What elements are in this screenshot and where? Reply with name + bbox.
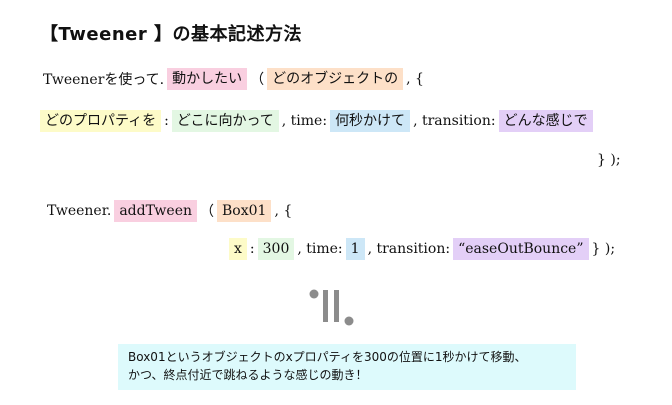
example-line-2: x : 300 , time: 1 , transition: “easeOut… — [229, 238, 618, 260]
syntax-token-motion: 動かしたい — [167, 68, 248, 90]
example-transition-label: , transition: — [367, 241, 451, 257]
example-token-value: 300 — [257, 238, 295, 260]
syntax-paren: （ — [250, 72, 265, 88]
example-token-seconds: 1 — [345, 238, 365, 260]
syntax-text: Tweenerを使って. — [43, 72, 165, 88]
example-token-prop: x — [229, 238, 247, 260]
summary-box: Box01というオブジェクトのxプロパティを300の位置に1秒かけて移動、 かつ… — [118, 344, 576, 390]
syntax-token-object: どのオブジェクトの — [267, 68, 404, 90]
down-arrow-icon — [309, 289, 354, 326]
syntax-close: } ); — [597, 152, 621, 168]
syntax-line-3: } ); — [594, 152, 624, 168]
syntax-token-target: どこに向かって — [171, 110, 279, 132]
syntax-brace: , { — [406, 71, 424, 87]
example-time-label: , time: — [297, 241, 343, 257]
example-close: } ); — [591, 241, 616, 257]
example-line-1: Tweener. addTween （ Box01 , { — [44, 200, 295, 222]
example-token-object: Box01 — [217, 200, 272, 222]
example-text: Tweener. — [47, 203, 112, 219]
syntax-token-seconds: 何秒かけて — [330, 110, 411, 132]
syntax-time-label: , time: — [281, 113, 328, 129]
syntax-transition-label: , transition: — [413, 113, 496, 129]
example-colon: : — [249, 241, 255, 257]
example-token-transition: “easeOutBounce” — [453, 238, 589, 260]
page-title: 【Tweener 】の基本記述方法 — [40, 24, 303, 45]
syntax-line-2: どのプロパティを : どこに向かって , time: 何秒かけて , trans… — [40, 110, 593, 132]
example-brace: , { — [274, 203, 293, 219]
summary-line-2: かつ、終点付近で跳ねるような感じの動き！ — [128, 368, 368, 382]
syntax-colon: : — [164, 113, 169, 129]
syntax-token-property: どのプロパティを — [40, 110, 162, 132]
example-paren: （ — [200, 204, 214, 220]
example-token-method: addTween — [114, 200, 197, 222]
syntax-line-1: Tweenerを使って. 動かしたい （ どのオブジェクトの , { — [40, 68, 427, 90]
syntax-token-feel: どんな感じで — [498, 110, 593, 132]
summary-line-1: Box01というオブジェクトのxプロパティを300の位置に1秒かけて移動、 — [128, 350, 527, 364]
